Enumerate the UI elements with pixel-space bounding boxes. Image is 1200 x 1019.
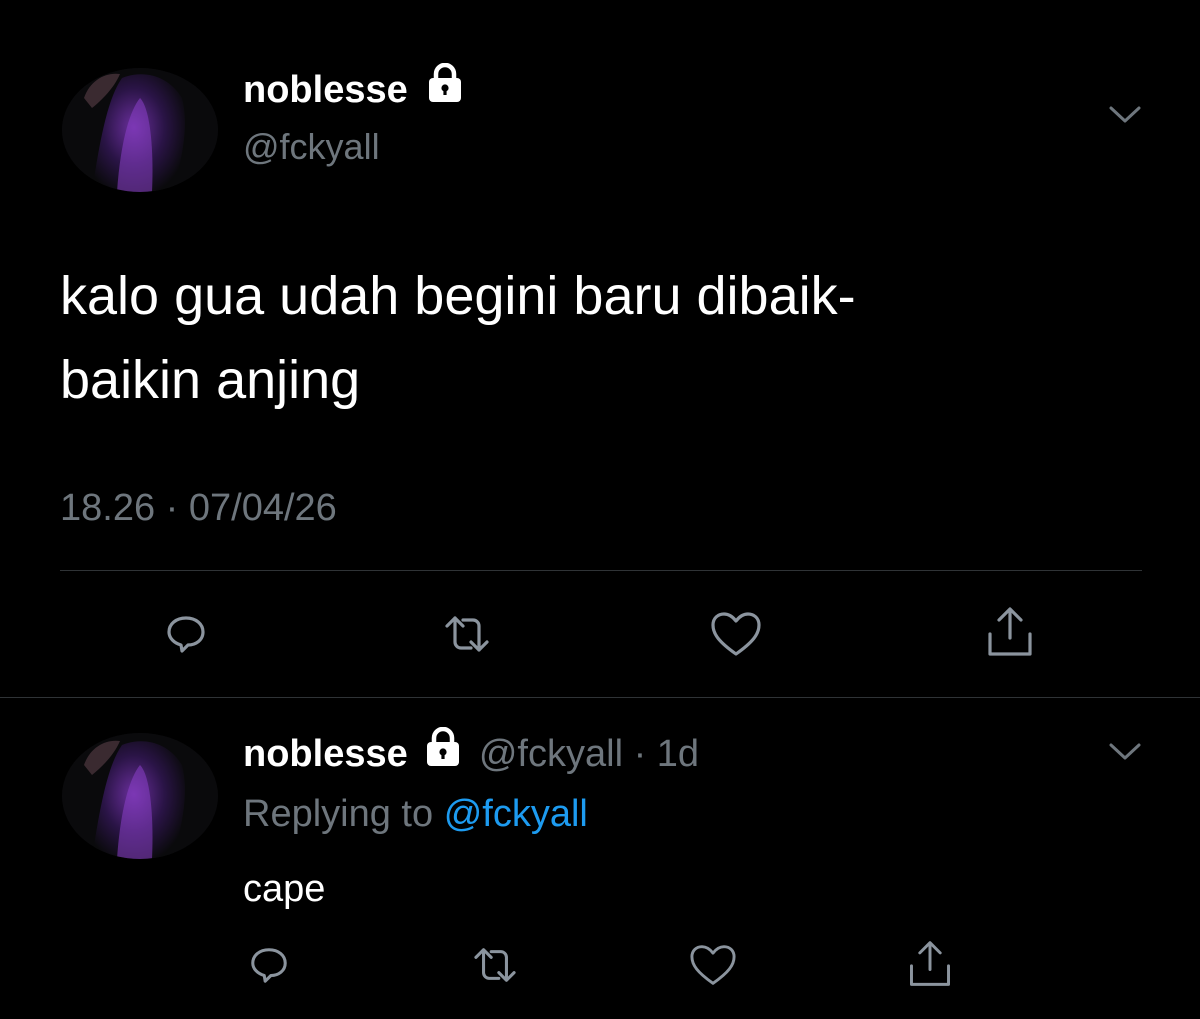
reply-icon[interactable] [158,606,214,662]
share-icon[interactable] [902,936,958,992]
display-name[interactable]: noblesse [243,63,464,114]
reply-header: noblesse @fckyall · 1d [243,727,699,778]
tweet-text: cape [243,868,326,910]
divider [60,570,1142,571]
time-separator: · [633,733,647,775]
reply-icon[interactable] [244,940,294,990]
tweet-text-line: kalo gua udah begini baru dibaik- [60,266,856,326]
retweet-icon[interactable] [437,606,497,662]
user-handle[interactable]: @fckyall [479,733,623,775]
avatar[interactable] [62,68,218,192]
avatar[interactable] [62,733,218,859]
tweet-timestamp[interactable]: 18.26 · 07/04/26 [60,484,337,532]
lock-icon [426,63,464,114]
share-icon[interactable] [980,602,1040,662]
replying-to: Replying to @fckyall [243,791,588,837]
tweet-text-line: baikin anjing [60,350,361,410]
divider [0,697,1200,698]
like-icon[interactable] [706,606,766,662]
retweet-icon[interactable] [466,940,524,990]
user-handle[interactable]: @fckyall [243,125,380,169]
chevron-down-icon[interactable] [1108,741,1142,768]
replying-handle-link[interactable]: @fckyall [444,793,588,835]
display-name-text[interactable]: noblesse [243,733,408,775]
display-name-text[interactable]: noblesse [243,69,408,111]
chevron-down-icon[interactable] [1108,104,1142,131]
replying-prefix: Replying to [243,793,434,835]
tweet-text: kalo gua udah begini baru dibaik- baikin… [60,254,856,422]
tweet-time[interactable]: 1d [657,733,699,775]
like-icon[interactable] [686,940,740,990]
lock-icon [424,727,462,778]
